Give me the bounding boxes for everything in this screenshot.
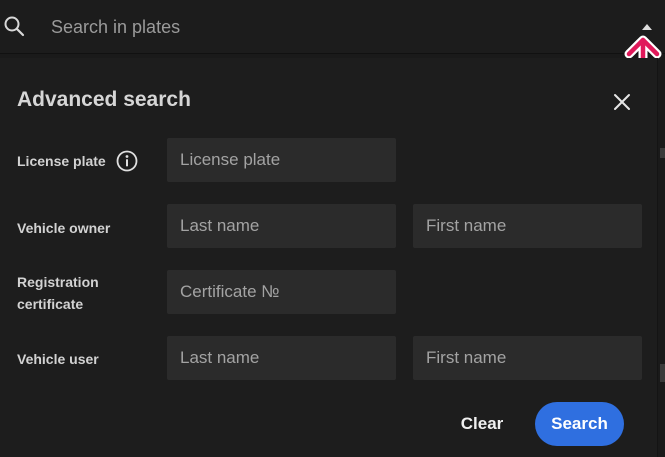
search-input[interactable] xyxy=(40,10,620,44)
registration-certificate-label-line1: Registration xyxy=(17,274,99,290)
owner-first-name-input[interactable] xyxy=(413,204,642,248)
vehicle-owner-label: Vehicle owner xyxy=(17,220,111,236)
license-plate-label: License plate xyxy=(17,150,138,172)
background-edge-mark xyxy=(660,364,665,382)
license-plate-label-text: License plate xyxy=(17,153,106,169)
close-icon[interactable] xyxy=(611,91,633,113)
search-button[interactable]: Search xyxy=(535,402,624,446)
advanced-search-panel: Advanced search License plate Vehicle ow… xyxy=(0,58,658,457)
info-icon[interactable] xyxy=(116,150,138,172)
registration-certificate-label-line2: certificate xyxy=(17,296,84,312)
license-plate-input[interactable] xyxy=(167,138,396,182)
search-icon[interactable] xyxy=(2,14,26,38)
clear-button[interactable]: Clear xyxy=(448,402,516,446)
owner-last-name-input[interactable] xyxy=(167,204,396,248)
panel-title: Advanced search xyxy=(17,88,191,111)
certificate-number-input[interactable] xyxy=(167,270,396,314)
background-edge-mark xyxy=(660,148,665,158)
registration-certificate-label: Registration certificate xyxy=(17,271,99,315)
vehicle-user-label: Vehicle user xyxy=(17,351,99,367)
caret-up-icon[interactable] xyxy=(642,24,652,30)
user-last-name-input[interactable] xyxy=(167,336,396,380)
top-search-bar xyxy=(0,0,665,54)
user-first-name-input[interactable] xyxy=(413,336,642,380)
